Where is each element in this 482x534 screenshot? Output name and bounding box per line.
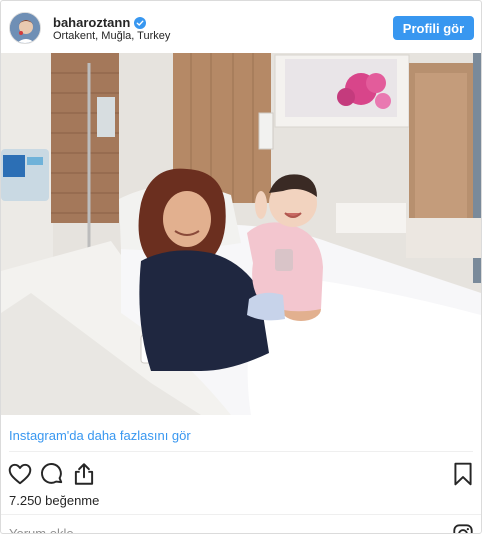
- location-link[interactable]: Ortakent, Muğla, Turkey: [53, 30, 170, 42]
- verified-badge-icon: [134, 16, 147, 29]
- instagram-logo-icon[interactable]: [452, 523, 474, 534]
- view-more-on-instagram-link[interactable]: Instagram'da daha fazlasını gör: [9, 428, 191, 443]
- username[interactable]: baharoztann: [53, 15, 130, 30]
- comment-bubble-icon[interactable]: [39, 461, 65, 487]
- divider: [1, 514, 481, 515]
- comment-input[interactable]: Yorum ekle...: [9, 526, 84, 533]
- likes-count[interactable]: 7.250 beğenme: [9, 493, 99, 508]
- divider: [9, 451, 473, 452]
- action-bar: [1, 459, 481, 489]
- post-header: baharoztann Ortakent, Muğla, Turkey Prof…: [1, 1, 481, 53]
- avatar[interactable]: [9, 12, 41, 44]
- bookmark-icon[interactable]: [450, 461, 476, 487]
- username-row: baharoztann: [53, 15, 147, 30]
- share-icon[interactable]: [71, 461, 97, 487]
- view-profile-button[interactable]: Profili gör: [393, 16, 474, 40]
- instagram-embed-card: baharoztann Ortakent, Muğla, Turkey Prof…: [0, 0, 482, 534]
- post-photo[interactable]: [1, 53, 481, 415]
- avatar-image: [10, 13, 40, 43]
- heart-icon[interactable]: [7, 461, 33, 487]
- hospital-photo-illustration: [1, 53, 481, 415]
